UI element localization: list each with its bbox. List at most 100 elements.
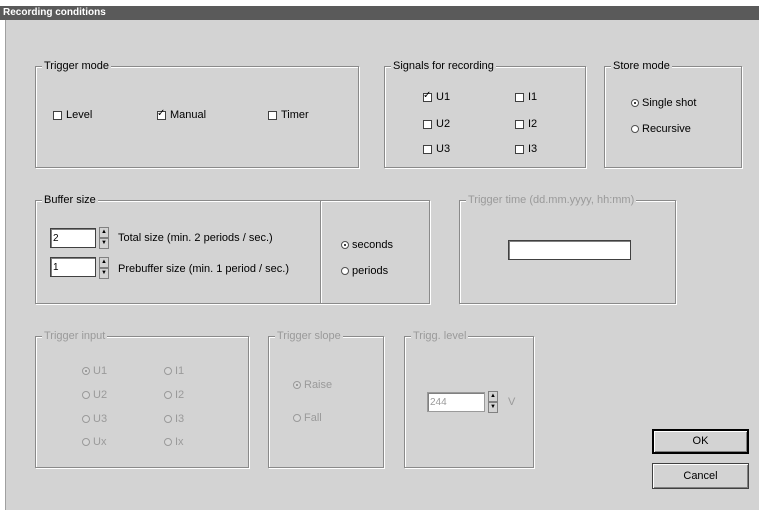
trigger-time-legend: Trigger time (dd.mm.yyyy, hh:mm) (466, 193, 637, 207)
trigger-input-i2-radio[interactable]: I2 (164, 389, 184, 401)
cancel-button[interactable]: Cancel (652, 463, 749, 489)
signal-u1-checkbox[interactable]: U1 (423, 90, 451, 103)
radio-circle[interactable] (293, 414, 301, 422)
signal-i3-checkbox[interactable]: I3 (515, 143, 537, 155)
total-size-input[interactable] (50, 228, 96, 248)
trigger-mode-timer-checkbox[interactable]: Timer (268, 109, 309, 121)
trigger-time-input[interactable] (508, 240, 631, 260)
radio-label: periods (352, 265, 389, 277)
radio-circle[interactable] (341, 241, 349, 249)
trigger-input-ix-radio[interactable]: Ix (164, 436, 184, 448)
recording-conditions-window: Recording conditions Trigger mode Level … (0, 0, 759, 510)
radio-circle[interactable] (82, 415, 90, 423)
store-mode-single-shot-radio[interactable]: Single shot (631, 97, 696, 109)
radio-circle[interactable] (164, 367, 172, 375)
prebuffer-size-input[interactable] (50, 257, 96, 277)
checkbox-label: Timer (281, 109, 309, 121)
checkbox-box[interactable] (423, 119, 432, 129)
checkbox-label: U1 (436, 91, 451, 103)
trigg-level-spinner[interactable]: ▲ ▼ (488, 391, 498, 413)
signal-u2-checkbox[interactable]: U2 (423, 118, 450, 130)
radio-label: Raise (304, 379, 333, 391)
buffer-unit-seconds-radio[interactable]: seconds (341, 239, 393, 251)
checkbox-box[interactable] (157, 108, 166, 120)
spin-down-icon[interactable]: ▼ (99, 268, 109, 279)
signals-group: Signals for recording U1 I1 U2 I2 U3 (384, 59, 586, 168)
spin-down-icon[interactable]: ▼ (488, 402, 498, 413)
trigger-input-u3-radio[interactable]: U3 (82, 413, 107, 425)
checkbox-box[interactable] (515, 92, 524, 102)
radio-label: Fall (304, 412, 322, 424)
radio-label: U2 (93, 389, 108, 401)
trigger-input-ux-radio[interactable]: Ux (82, 436, 106, 448)
spin-down-icon[interactable]: ▼ (99, 238, 109, 249)
buffer-unit-periods-radio[interactable]: periods (341, 265, 388, 277)
checkbox-label: U3 (436, 143, 451, 155)
buffer-size-legend: Buffer size (42, 193, 98, 207)
checkbox-box[interactable] (515, 119, 524, 129)
radio-circle[interactable] (631, 125, 639, 133)
radio-label: Ux (93, 436, 107, 448)
buffer-divider (320, 201, 322, 303)
buffer-size-group: Buffer size ▲ ▼ Total size (min. 2 perio… (35, 193, 430, 304)
radio-label: seconds (352, 239, 393, 251)
prebuffer-size-label: Prebuffer size (min. 1 period / sec.) (118, 263, 289, 275)
trigg-level-group: Trigg. level ▲ ▼ V (404, 329, 534, 468)
spin-up-icon[interactable]: ▲ (99, 257, 109, 268)
total-size-spinner[interactable]: ▲ ▼ (99, 227, 109, 249)
radio-circle[interactable] (164, 438, 172, 446)
radio-circle[interactable] (164, 415, 172, 423)
radio-circle[interactable] (164, 391, 172, 399)
radio-label: Recursive (642, 123, 691, 135)
checkbox-label: I3 (528, 143, 538, 155)
trigger-time-group: Trigger time (dd.mm.yyyy, hh:mm) (459, 193, 676, 304)
signal-i1-checkbox[interactable]: I1 (515, 91, 537, 103)
checkbox-label: I2 (528, 118, 538, 130)
trigger-mode-group: Trigger mode Level Manual Timer (35, 59, 359, 168)
radio-label: U3 (93, 413, 108, 425)
trigger-input-legend: Trigger input (42, 329, 108, 343)
trigger-mode-legend: Trigger mode (42, 59, 112, 73)
radio-circle[interactable] (293, 381, 301, 389)
checkbox-box[interactable] (53, 110, 62, 120)
store-mode-legend: Store mode (611, 59, 672, 73)
checkbox-box[interactable] (515, 144, 524, 154)
trigger-input-i3-radio[interactable]: I3 (164, 413, 184, 425)
store-mode-group: Store mode Single shot Recursive (604, 59, 742, 168)
radio-label: I3 (175, 413, 185, 425)
radio-circle[interactable] (631, 99, 639, 107)
radio-circle[interactable] (341, 267, 349, 275)
trigger-slope-legend: Trigger slope (275, 329, 343, 343)
total-size-label: Total size (min. 2 periods / sec.) (118, 232, 273, 244)
signal-u3-checkbox[interactable]: U3 (423, 143, 450, 155)
prebuffer-size-spinner[interactable]: ▲ ▼ (99, 257, 109, 279)
dialog-client-area: Trigger mode Level Manual Timer Signals … (5, 20, 759, 510)
spin-up-icon[interactable]: ▲ (488, 391, 498, 402)
checkbox-box[interactable] (423, 90, 432, 102)
radio-circle[interactable] (82, 391, 90, 399)
window-title: Recording conditions (0, 6, 759, 20)
trigger-input-u2-radio[interactable]: U2 (82, 389, 107, 401)
trigger-mode-level-checkbox[interactable]: Level (53, 109, 92, 121)
radio-circle[interactable] (82, 438, 90, 446)
trigger-input-u1-radio[interactable]: U1 (82, 365, 107, 377)
radio-label: Ix (175, 436, 184, 448)
checkbox-box[interactable] (423, 144, 432, 154)
signal-i2-checkbox[interactable]: I2 (515, 118, 537, 130)
trigger-input-i1-radio[interactable]: I1 (164, 365, 184, 377)
trigger-slope-fall-radio[interactable]: Fall (293, 412, 322, 424)
checkbox-label: U2 (436, 118, 451, 130)
radio-label: U1 (93, 365, 108, 377)
checkbox-box[interactable] (268, 110, 277, 120)
trigger-mode-manual-checkbox[interactable]: Manual (157, 108, 206, 121)
store-mode-recursive-radio[interactable]: Recursive (631, 123, 691, 135)
checkbox-label: I1 (528, 91, 538, 103)
trigger-slope-raise-radio[interactable]: Raise (293, 379, 332, 391)
trigger-input-group: Trigger input U1 I1 U2 I2 U3 I3 Ux Ix (35, 329, 249, 468)
spin-up-icon[interactable]: ▲ (99, 227, 109, 238)
radio-label: Single shot (642, 97, 697, 109)
radio-circle[interactable] (82, 367, 90, 375)
signals-legend: Signals for recording (391, 59, 496, 73)
ok-button[interactable]: OK (652, 429, 749, 454)
trigg-level-input[interactable] (427, 392, 485, 412)
